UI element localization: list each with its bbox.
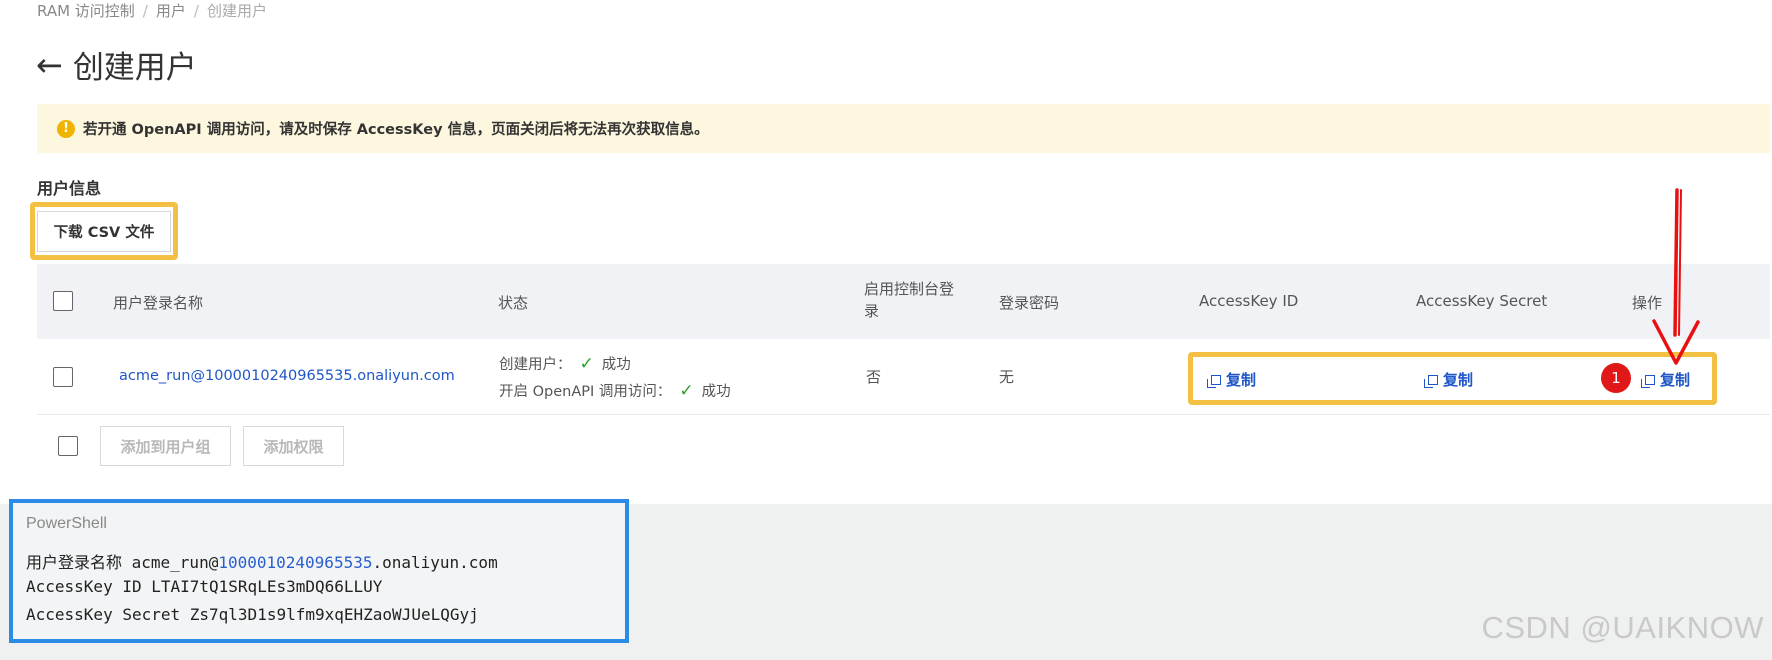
powershell-line-id: AccessKey ID LTAI7tQ1SRqLEs3mDQ66LLUY — [26, 577, 383, 596]
copy-label: 复制 — [1226, 371, 1257, 389]
add-to-group-button[interactable]: 添加到用户组 — [100, 426, 231, 466]
powershell-line-secret: AccessKey Secret Zs7ql3D1s9lfm9xqEHZaoWJ… — [26, 605, 479, 624]
annotation-arrow — [1652, 188, 1700, 365]
copy-icon — [1641, 374, 1655, 388]
table-header: 用户登录名称 状态 启用控制台登录 登录密码 AccessKey ID Acce… — [37, 264, 1770, 339]
breadcrumb-separator: / — [193, 1, 199, 20]
step-badge: 1 — [1601, 363, 1631, 393]
bulk-select-checkbox[interactable] — [58, 436, 78, 456]
breadcrumb: RAM 访问控制 / 用户 / 创建用户 — [37, 0, 267, 21]
column-header: 启用控制台登录 — [864, 280, 955, 320]
password-value: 无 — [999, 368, 1015, 386]
column-header: 用户登录名称 — [113, 294, 204, 312]
login-number: 1000010240965535 — [218, 553, 373, 572]
login-prefix: 用户登录名称 acme_run@ — [26, 553, 219, 572]
column-header: AccessKey ID — [1199, 292, 1299, 310]
copy-accesskey-secret-link[interactable]: 复制 — [1424, 369, 1474, 390]
download-csv-button[interactable]: 下载 CSV 文件 — [37, 211, 171, 252]
breadcrumb-separator: / — [142, 1, 148, 20]
column-header: AccessKey Secret — [1416, 292, 1548, 310]
powershell-line-login: 用户登录名称 acme_run@1000010240965535.onaliyu… — [26, 549, 498, 573]
row-checkbox[interactable] — [53, 367, 73, 387]
title-row: ← 创建用户 — [36, 42, 197, 87]
status-api-label: 开启 OpenAPI 调用访问： — [499, 384, 672, 400]
console-login-value: 否 — [866, 368, 882, 386]
section-title: 用户信息 — [37, 179, 102, 198]
status-openapi: 开启 OpenAPI 调用访问： ✓ 成功 — [499, 380, 731, 401]
status-api-result: 成功 — [701, 384, 731, 400]
status-create-user: 创建用户： ✓ 成功 — [499, 353, 631, 374]
check-icon: ✓ — [679, 380, 694, 401]
breadcrumb-ram[interactable]: RAM 访问控制 — [37, 0, 135, 21]
powershell-block: PowerShell 用户登录名称 acme_run@1000010240965… — [9, 499, 629, 643]
breadcrumb-current: 创建用户 — [206, 2, 267, 20]
check-icon: ✓ — [579, 353, 594, 374]
breadcrumb-users[interactable]: 用户 — [156, 0, 186, 21]
copy-label: 复制 — [1443, 371, 1474, 389]
user-login-name-link[interactable]: acme_run@1000010240965535.onaliyun.com — [119, 368, 455, 384]
copy-accesskey-id-link[interactable]: 复制 — [1207, 369, 1257, 390]
copy-icon — [1424, 374, 1438, 388]
status-create-label: 创建用户： — [499, 357, 572, 373]
powershell-label: PowerShell — [26, 515, 107, 532]
copy-icon — [1207, 374, 1221, 388]
warning-notice: ! 若开通 OpenAPI 调用访问，请及时保存 AccessKey 信息，页面… — [37, 104, 1770, 153]
column-header: 登录密码 — [999, 294, 1060, 312]
add-permission-button[interactable]: 添加权限 — [243, 426, 344, 466]
copy-label: 复制 — [1660, 371, 1691, 389]
login-suffix: .onaliyun.com — [372, 553, 498, 572]
copy-all-link[interactable]: 复制 — [1641, 369, 1691, 390]
back-arrow-icon[interactable]: ← — [36, 49, 63, 81]
watermark: CSDN @UAIKNOW — [1481, 610, 1764, 645]
column-header: 状态 — [498, 294, 529, 312]
page-title: 创建用户 — [72, 50, 197, 86]
select-all-checkbox[interactable] — [53, 291, 73, 311]
status-create-result: 成功 — [601, 357, 631, 373]
notice-text: 若开通 OpenAPI 调用访问，请及时保存 AccessKey 信息，页面关闭… — [83, 122, 709, 138]
warning-icon: ! — [57, 119, 75, 138]
